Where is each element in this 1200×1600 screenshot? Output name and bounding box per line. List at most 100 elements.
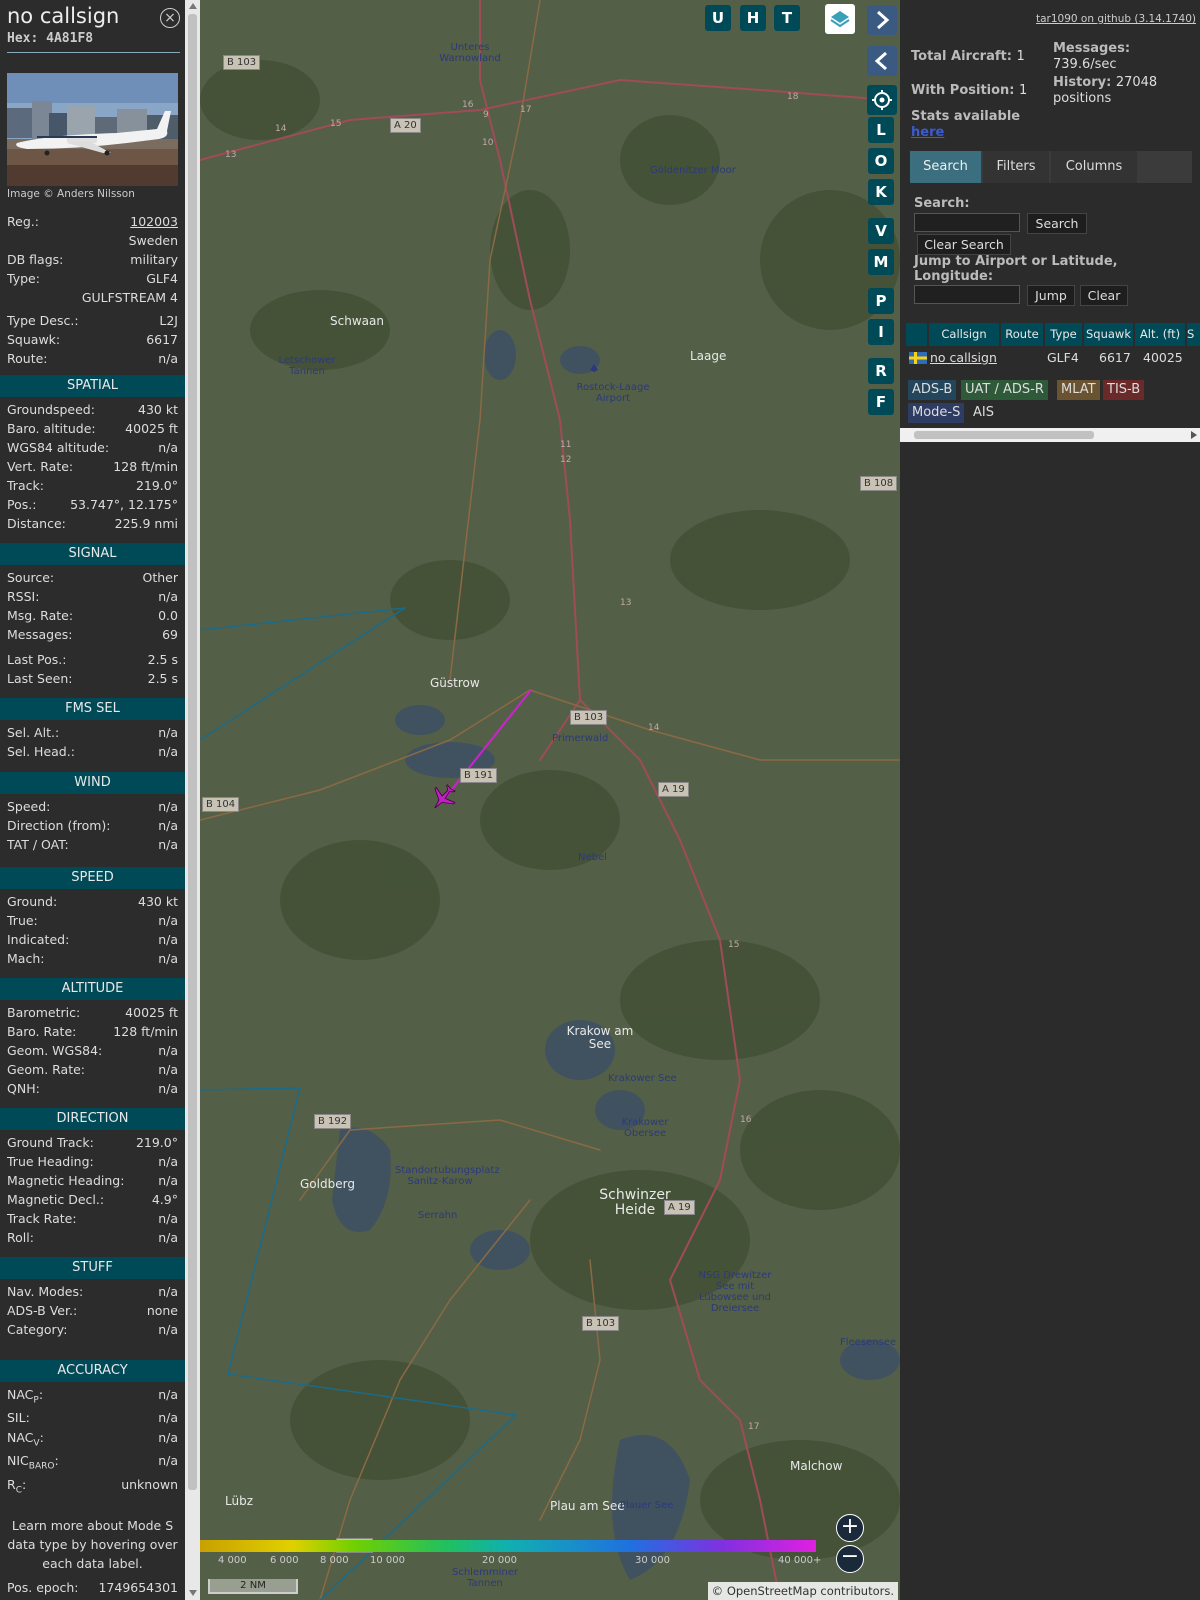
spatial-label[interactable]: WGS84 altitude: (7, 439, 109, 457)
map-button-p[interactable]: P (868, 288, 894, 314)
stuff-label[interactable]: ADS-B Ver.: (7, 1302, 77, 1320)
scrollbar-thumb[interactable] (188, 14, 197, 1490)
signal-label[interactable]: RSSI: (7, 588, 39, 606)
history-label: History: (1053, 75, 1112, 90)
map-button-i[interactable]: I (868, 319, 894, 345)
accuracy-label[interactable]: NICBARO: (7, 1452, 59, 1476)
altitude-label[interactable]: Barometric: (7, 1004, 80, 1022)
label-text: QNH: (7, 1081, 40, 1096)
search-button[interactable]: Search (1027, 213, 1087, 234)
signal-label[interactable]: Msg. Rate: (7, 607, 73, 625)
signal-label[interactable]: Last Seen: (7, 670, 72, 688)
spatial-label[interactable]: Vert. Rate: (7, 458, 73, 476)
row-callsign[interactable]: no callsign (930, 348, 997, 368)
table-header-altitude[interactable]: Alt. (ft) (1135, 323, 1185, 346)
map-view[interactable]: Schwaan Laage Rostock-Laage Airport Güstrow… (200, 0, 900, 1600)
map-button-f[interactable]: F (868, 389, 894, 415)
jump-input[interactable] (914, 285, 1020, 304)
map-button-r[interactable]: R (868, 358, 894, 384)
speed-label[interactable]: Ground: (7, 893, 57, 911)
collapse-left-button[interactable] (867, 46, 897, 76)
accuracy-label[interactable]: SIL: (7, 1409, 30, 1427)
stuff-label[interactable]: Category: (7, 1321, 67, 1339)
wind-label[interactable]: Speed: (7, 798, 50, 816)
tab-columns[interactable]: Columns (1051, 151, 1137, 183)
direction-label[interactable]: True Heading: (7, 1153, 94, 1171)
accuracy-label[interactable]: NACV: (7, 1429, 44, 1453)
table-header-squawk[interactable]: Squawk (1084, 323, 1133, 346)
stats-link[interactable]: here (911, 125, 944, 140)
wind-label[interactable]: Direction (from): (7, 817, 111, 835)
history-unit: positions (1053, 91, 1112, 106)
layers-button[interactable] (825, 4, 855, 34)
table-header-callsign[interactable]: Callsign (929, 323, 999, 346)
direction-label[interactable]: Magnetic Heading: (7, 1172, 124, 1190)
spatial-label[interactable]: Baro. altitude: (7, 420, 96, 438)
tab-search[interactable]: Search (910, 151, 981, 183)
source-badge-ais: AIS (973, 405, 994, 420)
zoom-out-button[interactable]: − (836, 1545, 864, 1573)
map-canvas[interactable] (200, 0, 900, 1600)
table-header-speed[interactable]: S (1187, 323, 1200, 346)
github-link[interactable]: tar1090 on github (3.14.1740) (1036, 13, 1196, 25)
accuracy-label[interactable]: NACP: (7, 1386, 43, 1410)
altitude-label[interactable]: Geom. Rate: (7, 1061, 85, 1079)
wind-label[interactable]: TAT / OAT: (7, 836, 69, 854)
jump-button[interactable]: Jump (1027, 285, 1075, 306)
aircraft-photo[interactable] (7, 73, 178, 186)
speed-label[interactable]: Indicated: (7, 931, 69, 949)
hscrollbar-thumb[interactable] (914, 431, 1094, 439)
map-button-o[interactable]: O (868, 148, 894, 174)
map-attribution[interactable]: © OpenStreetMap contributors. (707, 1582, 898, 1600)
map-button-h[interactable]: H (740, 5, 766, 31)
stuff-label[interactable]: Nav. Modes: (7, 1283, 83, 1301)
speed-value: n/a (158, 951, 178, 966)
label-text: Category: (7, 1322, 68, 1337)
zoom-in-button[interactable]: + (836, 1514, 864, 1542)
clear-search-button[interactable]: Clear Search (917, 234, 1011, 255)
altitude-label[interactable]: Geom. WGS84: (7, 1042, 102, 1060)
direction-label[interactable]: Magnetic Decl.: (7, 1191, 104, 1209)
fms-label[interactable]: Sel. Alt.: (7, 724, 59, 742)
scroll-right-icon[interactable] (1191, 431, 1197, 439)
fms-label[interactable]: Sel. Head.: (7, 743, 75, 761)
section-header-spatial: SPATIAL (0, 375, 185, 397)
table-header-route[interactable]: Route (1001, 323, 1043, 346)
signal-label[interactable]: Last Pos.: (7, 651, 66, 669)
expand-right-button[interactable] (867, 5, 897, 35)
tab-filters[interactable]: Filters (983, 151, 1049, 183)
row-altitude: 40025 (1143, 350, 1183, 365)
scroll-down-icon[interactable] (189, 1590, 197, 1596)
spatial-label[interactable]: Groundspeed: (7, 401, 95, 419)
reg-link[interactable]: 102003 (130, 213, 178, 231)
search-input[interactable] (914, 213, 1020, 232)
spatial-label[interactable]: Distance: (7, 515, 66, 533)
clear-button[interactable]: Clear (1080, 285, 1128, 306)
map-button-t[interactable]: T (774, 5, 800, 31)
altitude-label[interactable]: Baro. Rate: (7, 1023, 76, 1041)
map-button-m[interactable]: M (868, 249, 894, 275)
spatial-value: 53.747°, 12.175° (70, 497, 178, 512)
spatial-label[interactable]: Track: (7, 477, 44, 495)
signal-label[interactable]: Messages: (7, 626, 73, 644)
accuracy-label[interactable]: RC: (7, 1476, 26, 1500)
spatial-label[interactable]: Pos.: (7, 496, 36, 514)
direction-label[interactable]: Track Rate: (7, 1210, 77, 1228)
left-panel-scrollbar[interactable] (185, 0, 200, 1600)
map-button-u[interactable]: U (705, 5, 731, 31)
map-button-v[interactable]: V (868, 218, 894, 244)
map-button-l[interactable]: L (868, 117, 894, 143)
total-aircraft: Total Aircraft: 1 (911, 49, 1025, 64)
close-icon[interactable]: × (160, 8, 180, 28)
direction-label[interactable]: Ground Track: (7, 1134, 94, 1152)
scroll-up-icon[interactable] (189, 3, 197, 9)
direction-label[interactable]: Roll: (7, 1229, 34, 1247)
signal-label[interactable]: Source: (7, 569, 54, 587)
map-button-k[interactable]: K (868, 179, 894, 205)
settings-button[interactable] (867, 85, 897, 115)
speed-label[interactable]: Mach: (7, 950, 44, 968)
speed-label[interactable]: True: (7, 912, 38, 930)
table-header-type[interactable]: Type (1045, 323, 1082, 346)
table-hscrollbar[interactable] (900, 428, 1200, 442)
altitude-label[interactable]: QNH: (7, 1080, 40, 1098)
